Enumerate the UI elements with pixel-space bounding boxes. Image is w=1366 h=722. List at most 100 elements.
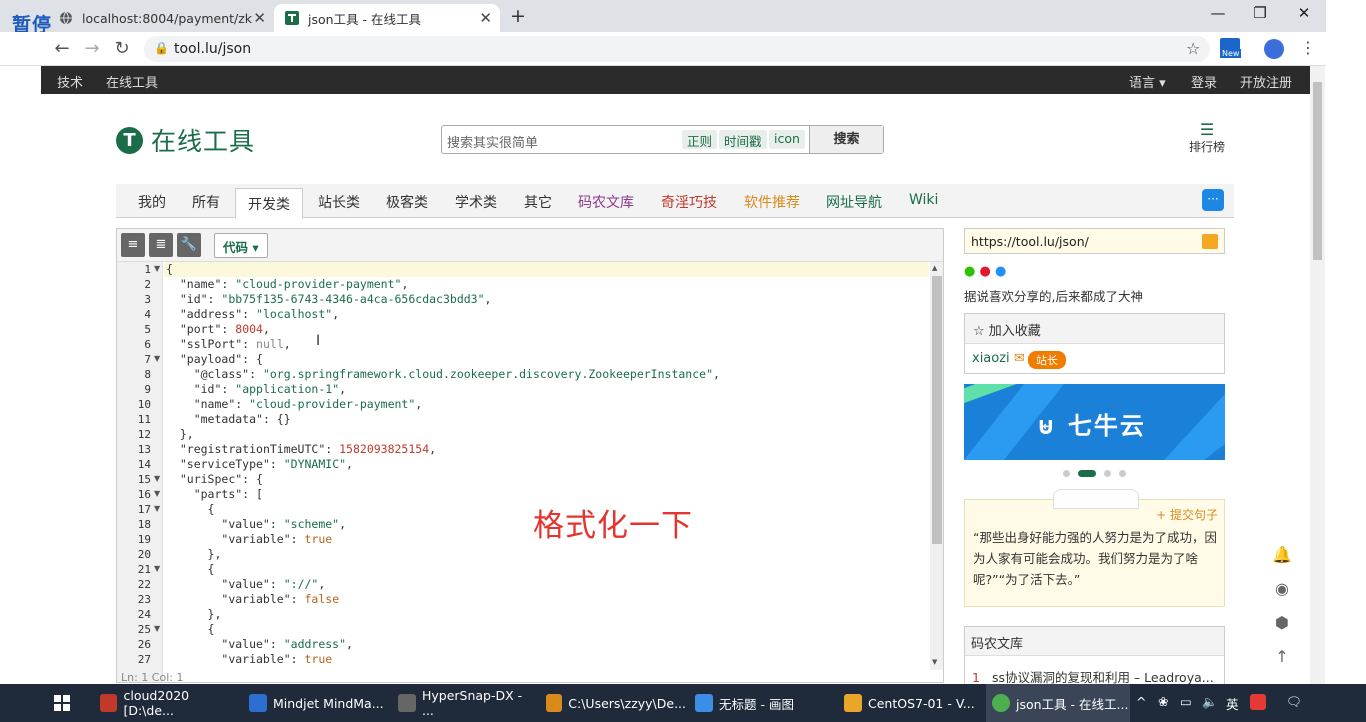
category-tab[interactable]: Wiki — [909, 192, 938, 208]
qrcode-icon[interactable] — [1202, 234, 1218, 249]
ime-indicator[interactable]: 英 — [1226, 694, 1239, 713]
category-tab[interactable]: 所有 — [192, 192, 220, 212]
carousel-dot[interactable] — [1104, 470, 1111, 477]
taskbar-item[interactable]: HyperSnap-DX - ... — [392, 684, 538, 722]
search-chip-timestamp[interactable]: 时间戳 — [719, 130, 767, 149]
category-tab-active[interactable]: 开发类 — [235, 188, 303, 219]
category-tab[interactable]: 学术类 — [455, 192, 497, 212]
weibo-icon[interactable]: ● — [979, 264, 990, 279]
fold-toggle-icon[interactable]: ▼ — [154, 489, 160, 498]
code-dropdown[interactable]: 代码 ▾ — [214, 233, 268, 258]
taskbar-item[interactable]: C:\Users\zzyy\De... — [540, 684, 686, 722]
github-icon[interactable]: ⬢ — [1270, 613, 1294, 647]
minimize-icon[interactable]: — — [1198, 4, 1238, 22]
fold-toggle-icon[interactable]: ▼ — [154, 624, 160, 633]
forward-icon[interactable]: → — [80, 38, 104, 59]
nav-link-tech[interactable]: 技术 — [57, 72, 83, 91]
address-bar[interactable]: 🔒 tool.lu/json — [144, 36, 1210, 62]
format-icon[interactable]: ≡ — [121, 233, 145, 257]
browser-tab-payment[interactable]: localhost:8004/payment/zk ✕ — [48, 4, 274, 32]
notification-icon[interactable]: 🗨 — [1286, 694, 1302, 710]
category-tab[interactable]: 网址导航 — [826, 192, 882, 212]
user-link[interactable]: xiaozi ✉ — [972, 351, 1025, 366]
ad-banner[interactable]: ⊌ 七牛云 — [964, 384, 1225, 460]
chat-icon[interactable]: ··· — [1202, 189, 1224, 211]
category-tab[interactable]: 我的 — [138, 192, 166, 212]
reload-icon[interactable]: ↻ — [110, 38, 134, 59]
wenku-item-title: ss协议漏洞的复现和利用 – Leadroya... — [991, 670, 1214, 685]
editor-scroll-thumb[interactable] — [932, 276, 942, 544]
compact-icon[interactable]: ≣ — [149, 233, 173, 257]
search-chip-icon[interactable]: icon — [769, 130, 805, 149]
taskbar-item[interactable]: CentOS7-01 - V... — [838, 684, 984, 722]
fold-toggle-icon[interactable]: ▼ — [154, 354, 160, 363]
editor-scrollbar[interactable]: ▲ ▼ — [930, 262, 943, 670]
browser-tab-json[interactable]: json工具 - 在线工具 ✕ — [274, 4, 500, 32]
scroll-down-icon[interactable]: ▼ — [932, 658, 937, 666]
network-icon[interactable]: ▭ — [1180, 694, 1192, 709]
submit-quote-link[interactable]: + 提交句子 — [1156, 506, 1218, 523]
site-logo[interactable]: T 在线工具 — [116, 122, 255, 158]
qq-icon[interactable]: ● — [995, 264, 1006, 279]
code-area[interactable]: { "name": "cloud-provider-payment", "id"… — [164, 262, 929, 682]
tray-chevron-icon[interactable]: ^ — [1136, 694, 1146, 709]
category-tab[interactable]: 其它 — [524, 192, 552, 212]
category-tab[interactable]: 软件推荐 — [744, 192, 800, 212]
ranking-link[interactable]: ☰ 排行榜 — [1187, 122, 1227, 155]
page-scroll-thumb[interactable] — [1313, 82, 1322, 260]
line-number: 24 — [137, 608, 151, 621]
login-link[interactable]: 登录 — [1191, 72, 1217, 91]
quote-panel: + 提交句子 “那些出身好能力强的人努力是为了成功，因为人家有可能会成功。我们努… — [964, 489, 1225, 607]
window-close-icon[interactable]: ✕ — [1284, 4, 1324, 22]
carousel-dot-active[interactable] — [1078, 470, 1096, 477]
taskbar-item[interactable]: Mindjet MindMa... — [243, 684, 389, 722]
back-icon[interactable]: ← — [50, 38, 74, 59]
category-tab[interactable]: 码农文库 — [578, 192, 634, 212]
page-url-box[interactable]: https://tool.lu/json/ — [964, 228, 1225, 254]
carousel-dot[interactable] — [1063, 470, 1070, 477]
taskbar-item[interactable]: 无标题 - 画图 — [689, 684, 835, 722]
bookmark-star-icon[interactable]: ☆ — [1186, 39, 1200, 58]
bell-icon[interactable]: 🔔 — [1270, 545, 1294, 579]
language-dropdown[interactable]: 语言 ▾ — [1129, 72, 1166, 91]
page-scrollbar[interactable] — [1310, 66, 1325, 684]
favorites-panel: ☆ 加入收藏 xiaozi ✉ 站长 — [964, 313, 1225, 374]
taskbar-item[interactable]: cloud2020 [D:\de... — [94, 684, 240, 722]
logo-mark: T — [116, 126, 143, 154]
register-link[interactable]: 开放注册 — [1240, 72, 1292, 91]
wrench-icon[interactable]: 🔧 — [177, 233, 201, 257]
category-tab[interactable]: 奇淫巧技 — [661, 192, 717, 212]
search-input[interactable]: 搜索其实很简单 — [447, 132, 538, 151]
category-tab[interactable]: 极客类 — [386, 192, 428, 212]
new-tab-icon[interactable]: + — [510, 5, 526, 27]
carousel-dot[interactable] — [1119, 470, 1126, 477]
code-line: "@class": "org.springframework.cloud.zoo… — [193, 367, 720, 381]
close-tab-icon[interactable]: ✕ — [253, 9, 266, 27]
fold-toggle-icon[interactable]: ▼ — [154, 264, 160, 273]
tool-lu-favicon-icon — [284, 10, 300, 26]
wechat-icon[interactable]: ● — [964, 264, 975, 279]
fold-toggle-icon[interactable]: ▼ — [154, 564, 160, 573]
favorites-header[interactable]: ☆ 加入收藏 — [965, 314, 1224, 344]
search-chip-regex[interactable]: 正则 — [682, 130, 718, 149]
search-button[interactable]: 搜索 — [809, 126, 883, 153]
nav-link-online-tools[interactable]: 在线工具 — [106, 72, 158, 91]
tab-title: json工具 - 在线工具 — [308, 11, 422, 27]
category-tab[interactable]: 站长类 — [318, 192, 360, 212]
scroll-up-icon[interactable]: ▲ — [932, 264, 937, 272]
sogou-icon[interactable] — [1250, 694, 1266, 710]
maximize-icon[interactable]: ❐ — [1240, 4, 1280, 22]
fold-toggle-icon[interactable]: ▼ — [154, 504, 160, 513]
tray-app-icon[interactable]: ❀ — [1158, 694, 1168, 709]
taskbar-item-active[interactable]: json工具 - 在线工... — [986, 684, 1130, 722]
back-to-top-icon[interactable]: ↑ — [1270, 647, 1294, 681]
start-button[interactable] — [48, 684, 88, 722]
extension-new-icon[interactable]: New — [1220, 38, 1244, 60]
weibo-float-icon[interactable]: ◉ — [1270, 579, 1294, 613]
profile-avatar[interactable] — [1264, 39, 1284, 59]
volume-icon[interactable]: 🔈 — [1202, 694, 1218, 710]
menu-dots-icon[interactable]: ⋮ — [1300, 38, 1316, 57]
close-tab-icon[interactable]: ✕ — [479, 9, 492, 27]
fold-toggle-icon[interactable]: ▼ — [154, 474, 160, 483]
code-line: "uriSpec": { — [179, 472, 263, 486]
